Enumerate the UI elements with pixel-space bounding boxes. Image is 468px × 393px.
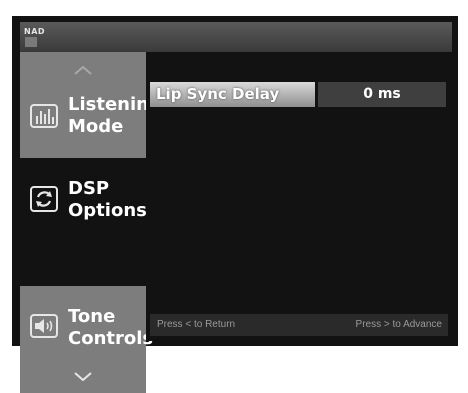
chevron-up-icon[interactable] <box>74 66 92 75</box>
setting-value[interactable]: 0 ms <box>318 82 446 107</box>
title-bar: NAD <box>20 22 452 52</box>
refresh-icon <box>30 186 58 212</box>
sidebar-item-label: Tone <box>68 306 116 327</box>
sidebar-item-label: DSP <box>68 178 110 199</box>
setting-label: Lip Sync Delay <box>150 82 315 107</box>
sidebar-menu: Listening Mode DSP Options Tone Controls <box>20 52 162 393</box>
advance-hint: Press > to Advance <box>355 319 442 330</box>
navigation-hint-bar: Press < to Return Press > to Advance <box>150 314 448 336</box>
main-panel: Lip Sync Delay 0 ms Press < to Return Pr… <box>146 52 452 341</box>
tv-screen: NAD Listening Mode DSP Options Tone Cont… <box>0 0 468 393</box>
sidebar-item-label: Controls <box>68 328 154 349</box>
sidebar-item-listening-mode[interactable]: Listening Mode <box>20 52 162 158</box>
chevron-down-icon[interactable] <box>74 372 92 381</box>
speaker-icon <box>30 314 58 338</box>
equalizer-icon <box>30 104 58 128</box>
sidebar-item-dsp-options[interactable]: DSP Options <box>20 158 147 286</box>
brand-mark <box>25 37 37 47</box>
sidebar-item-label: Options <box>68 200 147 221</box>
return-hint: Press < to Return <box>157 319 236 330</box>
lip-sync-delay-row[interactable]: Lip Sync Delay 0 ms <box>150 82 446 107</box>
brand-label: NAD <box>24 27 46 36</box>
sidebar-item-tone-controls[interactable]: Tone Controls <box>20 286 153 393</box>
